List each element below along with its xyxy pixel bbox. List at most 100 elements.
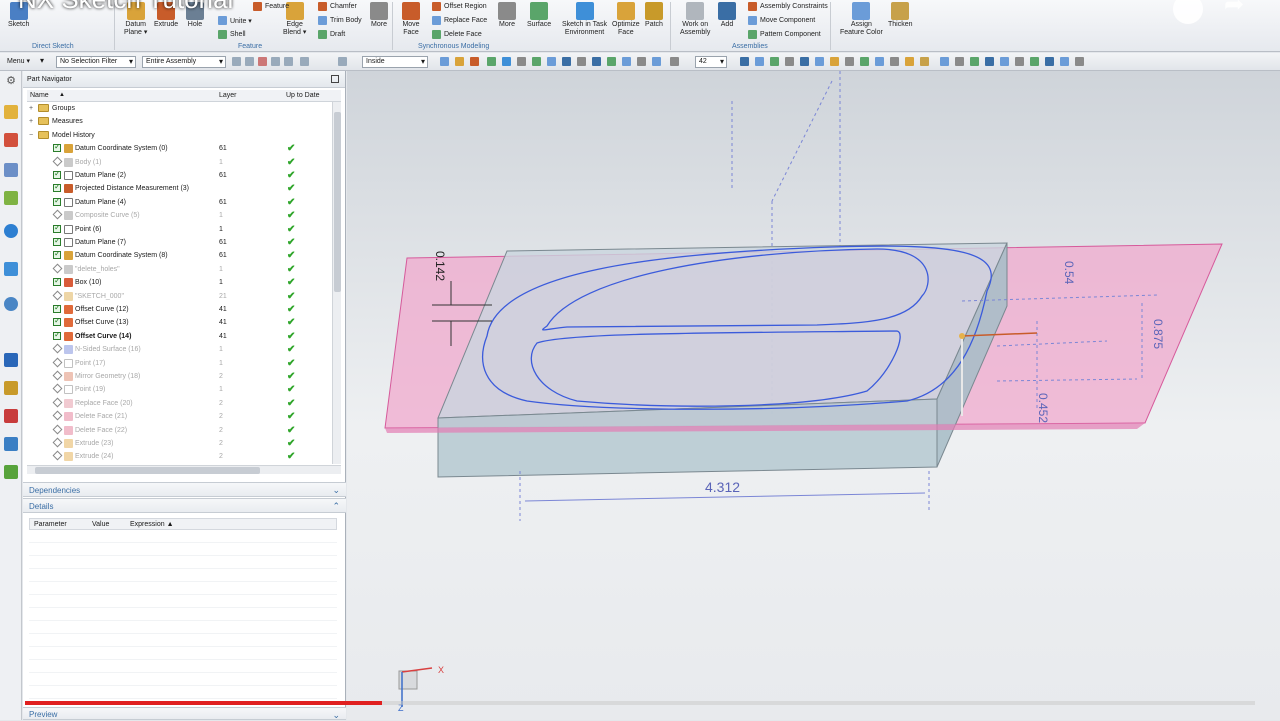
history-icon[interactable] <box>4 262 18 276</box>
tree-row[interactable]: Box (10) 1 ✔ <box>27 276 333 289</box>
tree-row[interactable]: Projected Distance Measurement (3) ✔ <box>27 182 333 195</box>
system-materials-icon[interactable] <box>4 297 18 311</box>
tree-row[interactable]: Datum Plane (2) 61 ✔ <box>27 169 333 182</box>
toolbar-tool-icon[interactable] <box>755 57 764 66</box>
tree-row[interactable]: Delete Face (22) 2 ✔ <box>27 424 333 437</box>
maximize-icon[interactable] <box>331 75 339 83</box>
suppressed-checkbox[interactable] <box>52 209 63 220</box>
hd3d-tools-icon[interactable] <box>4 465 18 479</box>
visibility-checkbox[interactable] <box>53 196 61 206</box>
tree-row[interactable]: Extrude (24) 2 ✔ <box>27 450 333 463</box>
collapse-icon[interactable]: − <box>29 132 33 139</box>
tree-row[interactable]: N-Sided Surface (16) 1 ✔ <box>27 343 333 356</box>
ribbon-command-draft[interactable]: Draft <box>318 30 345 39</box>
toolbar-tool-icon[interactable] <box>860 57 869 66</box>
ribbon-button-more[interactable]: More <box>498 2 516 29</box>
toolbar-tool-icon[interactable] <box>985 57 994 66</box>
ribbon-command-replace-face[interactable]: Replace Face <box>432 16 487 25</box>
tree-row[interactable]: "delete_holes" 1 ✔ <box>27 263 333 276</box>
tree-row[interactable]: Point (17) 1 ✔ <box>27 357 333 370</box>
toolbar-tool-icon[interactable] <box>300 57 309 66</box>
chevron-down-icon[interactable]: ⌄ <box>332 485 340 496</box>
visibility-checkbox[interactable] <box>53 303 61 313</box>
toolbar-tool-icon[interactable] <box>920 57 929 66</box>
toolbar-tool-icon[interactable] <box>1075 57 1084 66</box>
column-expression[interactable]: Expression ▲ <box>130 521 174 528</box>
system-scenes-icon[interactable] <box>4 437 18 451</box>
toolbar-tool-icon[interactable] <box>245 57 254 66</box>
toolbar-tool-icon[interactable] <box>652 57 661 66</box>
tree-row[interactable]: Point (6) 1 ✔ <box>27 223 333 236</box>
vertical-scrollbar[interactable] <box>332 102 341 464</box>
selection-mode-dropdown[interactable]: Inside <box>362 56 428 68</box>
roles-icon[interactable] <box>4 409 18 423</box>
toolbar-tool-icon[interactable] <box>940 57 949 66</box>
suppressed-checkbox[interactable] <box>52 370 63 381</box>
toolbar-tool-icon[interactable] <box>502 57 511 66</box>
toolbar-tool-icon[interactable] <box>845 57 854 66</box>
column-up-to-date[interactable]: Up to Date <box>286 92 319 99</box>
dimension-height-1[interactable]: 0.54 <box>1062 261 1076 284</box>
visibility-checkbox[interactable] <box>53 330 61 340</box>
video-progress-bar[interactable] <box>25 701 1255 705</box>
ribbon-command-trim-body[interactable]: Trim Body <box>318 16 362 25</box>
toolbar-tool-icon[interactable] <box>955 57 964 66</box>
constraint-navigator-icon[interactable] <box>4 163 18 177</box>
ribbon-command-offset-region[interactable]: Offset Region <box>432 2 487 11</box>
column-parameter[interactable]: Parameter <box>34 521 67 528</box>
column-layer[interactable]: Layer <box>219 92 237 99</box>
ribbon-button-assign-feature-color[interactable]: Assign Feature Color <box>840 2 883 37</box>
toolbar-tool-icon[interactable] <box>1015 57 1024 66</box>
toolbar-tool-icon[interactable] <box>1045 57 1054 66</box>
suppressed-checkbox[interactable] <box>52 437 63 448</box>
ribbon-command-feature[interactable]: Feature <box>253 2 289 11</box>
suppressed-checkbox[interactable] <box>52 410 63 421</box>
tree-row[interactable]: − Model History <box>27 129 333 142</box>
suppressed-checkbox[interactable] <box>52 450 63 461</box>
suppressed-checkbox[interactable] <box>52 424 63 435</box>
ribbon-command-assembly-constraints[interactable]: Assembly Constraints <box>748 2 828 11</box>
tree-row[interactable]: + Measures <box>27 115 333 128</box>
tree-row[interactable]: + Groups <box>27 102 333 115</box>
gear-icon[interactable]: ⚙ <box>4 74 18 88</box>
ribbon-button-thicken[interactable]: Thicken <box>888 2 913 29</box>
suppressed-checkbox[interactable] <box>52 383 63 394</box>
toolbar-tool-icon[interactable] <box>815 57 824 66</box>
toolbar-tool-icon[interactable] <box>455 57 464 66</box>
column-name[interactable]: Name <box>30 92 49 99</box>
ribbon-button-add[interactable]: Add <box>718 2 736 29</box>
toolbar-tool-icon[interactable] <box>592 57 601 66</box>
toolbar-tool-icon[interactable] <box>470 57 479 66</box>
toolbar-tool-icon[interactable] <box>770 57 779 66</box>
toolbar-tool-icon[interactable] <box>258 57 267 66</box>
toolbar-tool-icon[interactable] <box>785 57 794 66</box>
tree-row[interactable]: Mirror Geometry (18) 2 ✔ <box>27 370 333 383</box>
visibility-checkbox[interactable] <box>53 249 61 260</box>
dimension-height-3[interactable]: 0.452 <box>1036 393 1050 423</box>
toolbar-tool-icon[interactable] <box>532 57 541 66</box>
assembly-navigator-icon[interactable] <box>4 133 18 147</box>
toolbar-tool-icon[interactable] <box>271 57 280 66</box>
tree-row[interactable]: Delete Face (21) 2 ✔ <box>27 410 333 423</box>
toolbar-tool-icon[interactable] <box>890 57 899 66</box>
toolbar-tool-icon[interactable] <box>577 57 586 66</box>
visibility-checkbox[interactable] <box>53 169 61 179</box>
tree-row[interactable]: Datum Plane (7) 61 ✔ <box>27 236 333 249</box>
ribbon-button-work-on-assembly[interactable]: Work on Assembly <box>680 2 710 37</box>
ribbon-button-more[interactable]: More <box>370 2 388 29</box>
toolbar-tool-icon[interactable] <box>1000 57 1009 66</box>
ribbon-button-patch[interactable]: Patch <box>645 2 663 29</box>
toolbar-tool-icon[interactable] <box>607 57 616 66</box>
toolbar-tool-icon[interactable] <box>338 57 347 66</box>
column-value[interactable]: Value <box>92 521 109 528</box>
process-studio-icon[interactable] <box>4 353 18 367</box>
tree-row[interactable]: Composite Curve (5) 1 ✔ <box>27 209 333 222</box>
manufacturing-wizards-icon[interactable] <box>4 381 18 395</box>
toolbar-tool-icon[interactable] <box>970 57 979 66</box>
tree-row[interactable]: Offset Curve (13) 41 ✔ <box>27 316 333 329</box>
toolbar-tool-icon[interactable] <box>1030 57 1039 66</box>
tree-row[interactable]: Offset Curve (12) 41 ✔ <box>27 303 333 316</box>
expand-icon[interactable]: + <box>29 118 33 125</box>
toolbar-tool-icon[interactable] <box>622 57 631 66</box>
toolbar-tool-icon[interactable] <box>905 57 914 66</box>
